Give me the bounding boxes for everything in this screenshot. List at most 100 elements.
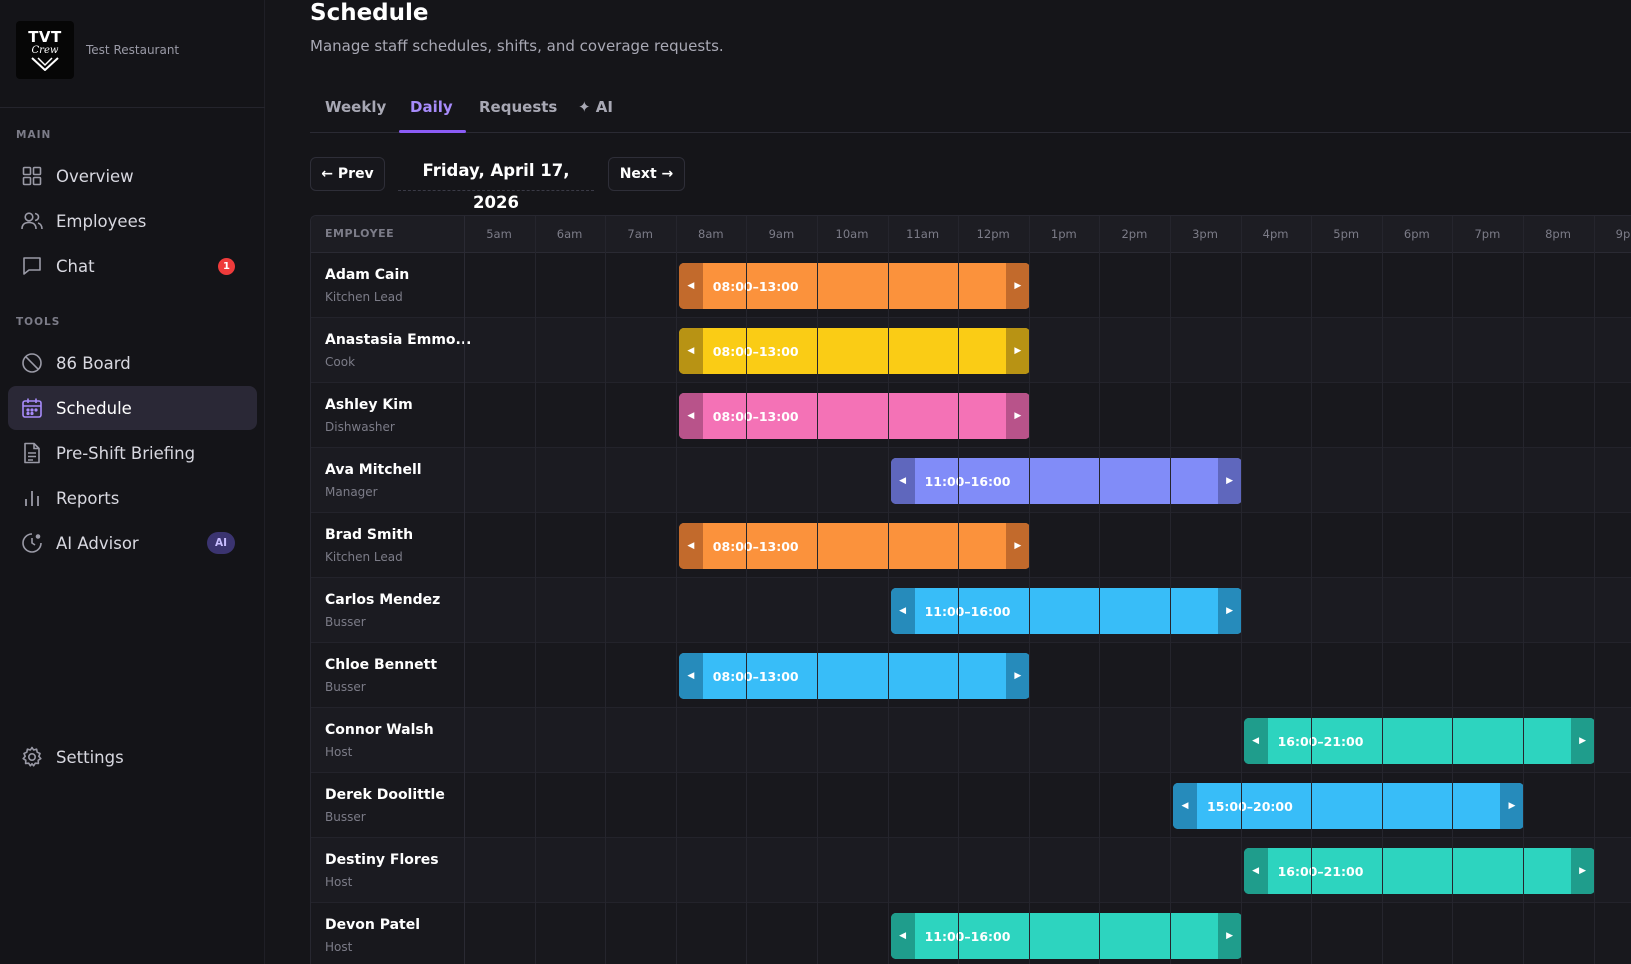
employee-name[interactable]: Adam Cain [325,267,409,283]
sidebar-item-label: AI Advisor [56,533,139,553]
employee-column-header: EMPLOYEE [325,227,395,240]
hour-label: 2pm [1121,227,1148,241]
sidebar-item-label: Schedule [56,398,132,418]
sidebar-item-overview[interactable]: Overview [8,154,257,198]
sidebar-item-ai-advisor[interactable]: AI Advisor AI [8,521,257,565]
hour-label: 12pm [976,227,1010,241]
shift-block[interactable]: ◀ 15:00–20:00 ▶ [1173,783,1524,829]
hour-label: 7pm [1474,227,1501,241]
resize-end-icon[interactable]: ▶ [1005,263,1030,309]
employee-row: Brad Smith Kitchen Lead ◀ 08:00–13:00 ▶ [311,513,1631,578]
shift-block[interactable]: ◀ 16:00–21:00 ▶ [1243,718,1595,764]
hour-label: 1pm [1050,227,1077,241]
employee-row: Adam Cain Kitchen Lead ◀ 08:00–13:00 ▶ [311,253,1631,318]
document-icon [21,442,43,464]
hour-gridline [675,216,677,964]
hour-label: 3pm [1192,227,1218,241]
resize-end-icon[interactable]: ▶ [1217,913,1242,959]
gear-icon [21,746,43,768]
tab-weekly[interactable]: Weekly [325,98,386,116]
resize-end-icon[interactable]: ▶ [1005,653,1030,699]
employee-row: Anastasia Emmo... Cook ◀ 08:00–13:00 ▶ [311,318,1631,383]
employee-role: Dishwasher [325,420,395,434]
employee-name[interactable]: Derek Doolittle [325,787,445,803]
resize-start-icon[interactable]: ◀ [1173,783,1197,829]
hour-gridline [817,216,818,964]
sidebar-item-86-board[interactable]: 86 Board [8,341,257,385]
employee-name[interactable]: Chloe Bennett [325,657,437,673]
shift-time: 08:00–13:00 [712,343,799,359]
shift-block[interactable]: ◀ 11:00–16:00 ▶ [890,913,1242,959]
employee-name[interactable]: Anastasia Emmo... [325,332,472,348]
sidebar-item-pre-shift-briefing[interactable]: Pre-Shift Briefing [8,431,257,475]
resize-start-icon[interactable]: ◀ [678,523,703,569]
resize-start-icon[interactable]: ◀ [1243,718,1268,764]
resize-start-icon[interactable]: ◀ [890,913,915,959]
shift-block[interactable]: ◀ 11:00–16:00 ▶ [890,458,1242,504]
tab-daily[interactable]: Daily [410,98,453,116]
logo[interactable]: TVT Crew [16,21,74,79]
employee-name[interactable]: Destiny Flores [325,852,439,868]
sidebar-item-chat[interactable]: Chat 1 [8,244,257,288]
resize-end-icon[interactable]: ▶ [1005,393,1030,439]
hour-label: 10am [835,227,869,241]
employee-name[interactable]: Connor Walsh [325,722,434,738]
sidebar-item-employees[interactable]: Employees [8,199,257,243]
hour-gridline [958,216,960,964]
resize-end-icon[interactable]: ▶ [1005,523,1030,569]
employee-name[interactable]: Devon Patel [325,917,420,933]
sidebar-item-settings[interactable]: Settings [8,735,257,779]
shift-time: 11:00–16:00 [924,603,1011,619]
shift-time: 11:00–16:00 [924,473,1011,489]
resize-end-icon[interactable]: ▶ [1217,588,1242,634]
hour-label: 5am [486,227,512,241]
employee-name[interactable]: Ava Mitchell [325,462,422,478]
sidebar-item-label: Overview [56,166,134,186]
shift-block[interactable]: ◀ 08:00–13:00 ▶ [678,653,1030,699]
resize-end-icon[interactable]: ▶ [1500,783,1524,829]
shift-block[interactable]: ◀ 08:00–13:00 ▶ [678,523,1030,569]
ban-icon [21,352,43,374]
shift-block[interactable]: ◀ 08:00–13:00 ▶ [678,328,1030,374]
shift-block[interactable]: ◀ 08:00–13:00 ▶ [678,263,1030,309]
section-label-tools: TOOLS [16,316,61,328]
hour-label: 9pm [1615,227,1631,241]
employee-name[interactable]: Ashley Kim [325,397,413,413]
resize-start-icon[interactable]: ◀ [678,653,703,699]
hour-label: 7am [627,227,653,241]
next-day-button[interactable]: Next → [608,157,685,191]
resize-end-icon[interactable]: ▶ [1570,718,1595,764]
resize-end-icon[interactable]: ▶ [1570,848,1595,894]
employee-row: Ashley Kim Dishwasher ◀ 08:00–13:00 ▶ [311,383,1631,448]
shift-time: 08:00–13:00 [712,668,799,684]
employee-name[interactable]: Brad Smith [325,527,413,543]
sidebar-item-schedule[interactable]: Schedule [8,386,257,430]
schedule-grid: EMPLOYEE 5am 6am 7am 8am 9am 10am 11am 12pm 1pm 2… [310,215,1631,964]
tab-requests[interactable]: Requests [479,98,557,116]
resize-start-icon[interactable]: ◀ [1243,848,1268,894]
resize-start-icon[interactable]: ◀ [678,393,703,439]
hour-label: 5pm [1333,227,1360,241]
employee-role: Host [325,940,353,954]
resize-start-icon[interactable]: ◀ [678,263,703,309]
resize-start-icon[interactable]: ◀ [678,328,703,374]
hour-gridline [1028,216,1030,964]
shift-block[interactable]: ◀ 08:00–13:00 ▶ [678,393,1030,439]
prev-day-button[interactable]: ← Prev [310,157,385,191]
grid-icon [21,165,43,187]
resize-end-icon[interactable]: ▶ [1005,328,1030,374]
shift-block[interactable]: ◀ 11:00–16:00 ▶ [890,588,1242,634]
unread-badge: 1 [218,258,235,275]
tab-ai[interactable]: ✦ AI [578,98,613,116]
date-picker[interactable]: Friday, April 17, 2026 [398,155,594,212]
sidebar-item-reports[interactable]: Reports [8,476,257,520]
shift-block[interactable]: ◀ 16:00–21:00 ▶ [1243,848,1595,894]
employee-name[interactable]: Carlos Mendez [325,592,440,608]
resize-start-icon[interactable]: ◀ [890,588,915,634]
resize-end-icon[interactable]: ▶ [1217,458,1242,504]
employee-row: Chloe Bennett Busser ◀ 08:00–13:00 ▶ [311,643,1631,708]
resize-start-icon[interactable]: ◀ [890,458,915,504]
hour-label: 8pm [1545,227,1571,241]
employee-row: Carlos Mendez Busser ◀ 11:00–16:00 ▶ [311,578,1631,643]
shift-time: 16:00–21:00 [1277,733,1364,749]
